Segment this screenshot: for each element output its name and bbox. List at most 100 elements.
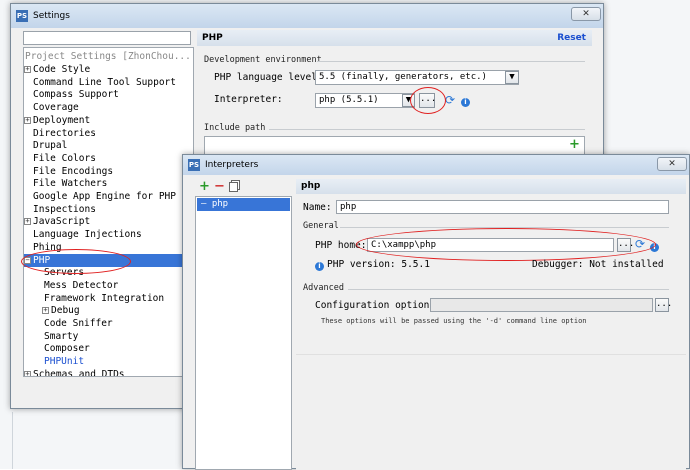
expand-icon[interactable]: + [24, 218, 31, 226]
tree-item[interactable]: Smarty [42, 330, 193, 343]
config-options-hint: These options will be passed using the '… [321, 317, 587, 325]
tree-item[interactable]: + Deployment [24, 114, 193, 127]
language-level-label: PHP language level: [214, 72, 323, 83]
tree-item[interactable]: + JavaScript [24, 215, 193, 228]
interpreters-list-item-php[interactable]: — php [197, 198, 290, 211]
php-home-highlight-ring [356, 228, 656, 261]
info-icon: i [315, 260, 324, 271]
interpreters-close-button[interactable]: ✕ [657, 157, 687, 171]
include-path-separator [269, 129, 585, 130]
detail-bottom-area [296, 354, 686, 470]
tree-item-label: Google App Engine for PHP [33, 191, 176, 202]
tree-item[interactable]: Google App Engine for PHP [24, 190, 193, 203]
tree-item-label: Code Style [33, 64, 91, 75]
refresh-icon[interactable]: ⟳ [445, 93, 455, 107]
reset-link[interactable]: Reset [557, 30, 586, 46]
tree-item-label: Composer [44, 343, 90, 355]
tree-item[interactable]: Command Line Tool Support [24, 76, 193, 89]
interpreters-titlebar: PS Interpreters [183, 155, 689, 175]
expand-icon[interactable]: + [24, 66, 31, 73]
include-path-label: Include path [204, 123, 266, 133]
tree-item[interactable]: PHPUnit [42, 355, 193, 368]
tree-item-label: Mess Detector [44, 279, 119, 291]
interpreter-select[interactable]: php (5.5.1) [315, 93, 415, 108]
interpreters-list: — php [195, 196, 292, 470]
interpreters-add-button[interactable]: + [199, 179, 210, 194]
tree-item-label: JavaScript [33, 216, 91, 228]
settings-close-button[interactable]: ✕ [571, 7, 601, 21]
tree-item-label: Schemas and DTDs [33, 368, 125, 377]
name-label: Name: [303, 202, 332, 213]
tree-item-label: Smarty [44, 330, 79, 342]
tree-item[interactable]: Mess Detector [42, 279, 193, 292]
tree-item-label: Drupal [33, 140, 68, 152]
advanced-separator [348, 289, 669, 290]
interpreter-label: Interpreter: [214, 94, 283, 105]
browse-highlight-ring [410, 87, 446, 114]
tree-item-label: Deployment [33, 114, 91, 126]
tree-item[interactable]: Code Sniffer [42, 317, 193, 330]
interpreters-title: Interpreters [205, 160, 259, 170]
config-options-input[interactable] [430, 298, 653, 312]
phpstorm-app-icon: PS [16, 10, 28, 22]
add-include-path-button[interactable]: + [569, 137, 580, 152]
tree-item[interactable]: + Code Style [24, 63, 193, 76]
tree-item-label: Debug [51, 305, 80, 317]
debugger-status-label: Debugger: Not installed [532, 259, 664, 270]
general-group-label: General [303, 221, 339, 231]
settings-tree: Project Settings [ZhonChou... + Code Styl… [23, 47, 194, 377]
tree-item[interactable]: Drupal [24, 139, 193, 152]
chevron-down-icon: ▼ [509, 72, 515, 82]
settings-search-input[interactable] [23, 31, 191, 45]
tree-item[interactable]: + Debug [42, 304, 193, 317]
settings-titlebar: PS Settings [11, 4, 603, 28]
config-options-label: Configuration options: [315, 300, 441, 311]
tree-item-label: Framework Integration [44, 292, 165, 304]
tree-item-label: File Encodings [33, 165, 114, 177]
tree-item[interactable]: Compass Support [24, 88, 193, 101]
tree-item[interactable]: Inspections [24, 203, 193, 216]
background-divider [12, 412, 13, 469]
expand-icon[interactable]: + [42, 307, 49, 315]
tree-item-label: Code Sniffer [44, 318, 113, 329]
tree-item[interactable]: File Watchers [24, 177, 193, 190]
info-icon: i [461, 96, 470, 107]
config-options-browse-button[interactable]: ... [655, 298, 672, 312]
interpreter-value: php (5.5.1) [319, 95, 379, 105]
tree-item[interactable]: Coverage [24, 101, 193, 114]
php-version-label: PHP version: 5.5.1 [327, 259, 430, 270]
interpreters-list-item-label: php [211, 199, 229, 209]
interpreters-remove-button[interactable]: − [214, 179, 225, 194]
tree-item[interactable]: Composer [42, 342, 193, 355]
tree-item-label: File Colors [33, 152, 96, 164]
dev-env-separator [317, 61, 585, 62]
php-panel-title: PHP [202, 33, 223, 43]
tree-item[interactable]: File Colors [24, 152, 193, 165]
tree-item[interactable]: Language Injections [24, 228, 193, 241]
tree-item-label: Coverage [33, 102, 79, 114]
language-level-dropdown-arrow[interactable]: ▼ [505, 71, 519, 84]
advanced-group-label: Advanced [303, 283, 344, 293]
tree-item-label: Inspections [33, 203, 96, 215]
php-node-highlight-ring [21, 249, 131, 274]
expand-icon[interactable]: + [24, 370, 31, 376]
tree-item[interactable]: File Encodings [24, 165, 193, 178]
tree-header: Project Settings [ZhonChou... [25, 51, 191, 62]
dev-env-group-label: Development environment [204, 55, 322, 65]
tree-item-label: Directories [33, 127, 96, 139]
copy-icon[interactable] [229, 182, 238, 192]
php-panel-header: PHP Reset [197, 30, 592, 46]
interpreter-detail-panel: php Name: php General PHP home: C:\xampp… [296, 179, 686, 470]
settings-title: Settings [33, 11, 70, 21]
tree-item[interactable]: Directories [24, 127, 193, 140]
tree-item[interactable]: Framework Integration [42, 292, 193, 305]
language-level-select[interactable]: 5.5 (finally, generators, etc.) [315, 70, 519, 85]
phpstorm-app-icon: PS [188, 159, 200, 171]
tree-item-label: Compass Support [33, 89, 119, 101]
tree-item-label: File Watchers [33, 178, 108, 190]
interpreter-detail-header: php [296, 179, 686, 194]
name-input[interactable]: php [336, 200, 669, 214]
interpreters-window: PS Interpreters ✕ + − — php php Name: ph… [182, 154, 690, 470]
tree-item[interactable]: + Schemas and DTDs [24, 368, 193, 377]
expand-icon[interactable]: + [24, 116, 31, 124]
